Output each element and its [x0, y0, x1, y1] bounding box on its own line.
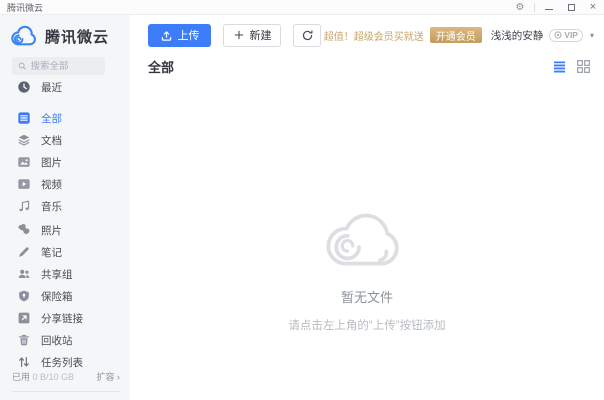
empty-state: 暂无文件 请点击左上角的“上传”按钮添加 [130, 205, 604, 333]
sidebar-item-recent[interactable]: 最近 [0, 76, 130, 98]
sidebar-item-label: 文档 [41, 134, 62, 147]
main-area: 上传 新建 超值！超级会员买就送 开通会员 浅浅的安静 VIP ▾ 全部 暂无文… [130, 15, 604, 400]
app-logo-text: 腾讯微云 [45, 29, 110, 46]
sidebar-item-share-links[interactable]: 分享链接 [0, 307, 130, 329]
sidebar-item-notes[interactable]: 笔记 [0, 241, 130, 263]
share-link-icon [18, 312, 30, 324]
sidebar-item-label: 视频 [41, 178, 62, 191]
empty-cloud-illustration [326, 213, 399, 266]
window-title: 腾讯微云 [7, 2, 44, 13]
window-controls-separator [534, 2, 535, 12]
refresh-icon [302, 29, 312, 40]
documents-layers-icon [18, 134, 30, 146]
sidebar-item-label: 任务列表 [41, 356, 83, 369]
task-list-arrows-icon [19, 357, 29, 367]
sidebar-item-label: 笔记 [41, 246, 62, 259]
clock-icon [18, 81, 30, 93]
weiyun-cloud-logo-icon [11, 25, 36, 46]
sidebar-item-shared-group[interactable]: 共享组 [0, 263, 130, 285]
sidebar-item-label: 全部 [41, 112, 62, 125]
upload-button-label: 上传 [177, 30, 200, 42]
storage-usage: 已用 0 B/10 GB [12, 370, 74, 383]
new-button-label: 新建 [249, 30, 272, 42]
photos-icon [18, 224, 30, 235]
plus-icon [234, 30, 243, 40]
refresh-button[interactable] [293, 23, 321, 47]
sidebar-item-images[interactable]: 图片 [0, 151, 130, 173]
all-files-icon [18, 112, 30, 124]
empty-state-subtitle: 请点击左上角的“上传”按钮添加 [288, 320, 446, 332]
account-chevron-down-icon[interactable]: ▾ [590, 31, 594, 40]
pencil-icon [19, 247, 29, 257]
window-controls: ⚙ × [509, 0, 604, 14]
grid-view-icon[interactable] [577, 60, 590, 73]
sidebar-item-label: 最近 [41, 81, 62, 94]
sidebar-item-label: 共享组 [41, 268, 73, 281]
sidebar-item-label: 图片 [41, 156, 62, 169]
search-box[interactable] [12, 57, 105, 75]
empty-state-title: 暂无文件 [340, 290, 393, 305]
sidebar-item-documents[interactable]: 文档 [0, 129, 130, 151]
upload-icon [161, 30, 171, 41]
sidebar-item-music[interactable]: 音乐 [0, 195, 130, 217]
search-icon [18, 62, 26, 70]
expand-storage-link[interactable]: 扩容 › [97, 370, 121, 383]
app-logo: 腾讯微云 [10, 25, 109, 48]
toolbar: 上传 新建 超值！超级会员买就送 开通会员 浅浅的安静 VIP ▾ [148, 23, 594, 47]
sidebar-item-videos[interactable]: 视频 [0, 173, 130, 195]
open-vip-button[interactable]: 开通会员 [429, 27, 482, 43]
images-icon [18, 157, 30, 167]
sidebar-item-label: 保险箱 [41, 290, 73, 303]
sidebar: 腾讯微云 最近 全部 [0, 15, 130, 400]
list-view-icon[interactable] [553, 60, 566, 73]
sidebar-item-photos[interactable]: 照片 [0, 219, 130, 241]
sidebar-item-label: 照片 [41, 224, 62, 237]
sidebar-item-label: 音乐 [41, 200, 62, 213]
maximize-button[interactable] [560, 0, 582, 14]
page-title: 全部 [148, 60, 175, 75]
settings-gear-icon[interactable]: ⚙ [509, 0, 531, 14]
sidebar-item-safe[interactable]: 保险箱 [0, 285, 130, 307]
safe-shield-icon [19, 290, 29, 302]
sidebar-item-label: 分享链接 [41, 312, 83, 325]
vip-badge-icon [554, 31, 562, 39]
weiyun-window: 腾讯微云 ⚙ × 腾讯微云 搜索全部 最近 全部 文档 图片 视频 音乐 照片 … [0, 0, 604, 400]
shared-group-icon [18, 269, 30, 278]
upload-button[interactable]: 上传 [148, 23, 211, 47]
sidebar-nav: 最近 全部 文档 图片 视频 音乐 照片 笔记 共享组 保险箱 分享链接 回收站… [0, 76, 130, 373]
recycle-bin-icon [19, 335, 29, 346]
vip-promo-text[interactable]: 超值！超级会员买就送 [324, 28, 424, 43]
vip-badge-label: VIP [564, 30, 578, 40]
toolbar-right: 超值！超级会员买就送 开通会员 浅浅的安静 VIP ▾ [324, 27, 594, 43]
storage-used-label: 已用 [12, 372, 31, 382]
titlebar: 腾讯微云 ⚙ × [0, 0, 604, 15]
search-input[interactable] [30, 60, 99, 72]
music-note-icon [19, 200, 30, 212]
storage-usage-value: 0 B/10 GB [32, 372, 75, 382]
view-toggle [553, 60, 590, 73]
sidebar-item-all[interactable]: 全部 [0, 107, 130, 129]
new-button[interactable]: 新建 [223, 23, 281, 47]
sidebar-item-label: 回收站 [41, 334, 73, 347]
vip-badge[interactable]: VIP [549, 28, 583, 42]
storage-footer: 已用 0 B/10 GB 扩容 › [12, 370, 120, 392]
minimize-button[interactable] [538, 0, 560, 14]
sidebar-item-recycle-bin[interactable]: 回收站 [0, 329, 130, 351]
content-header: 全部 [148, 57, 590, 76]
close-button[interactable]: × [582, 0, 604, 14]
videos-icon [18, 179, 30, 189]
username[interactable]: 浅浅的安静 [491, 28, 544, 43]
